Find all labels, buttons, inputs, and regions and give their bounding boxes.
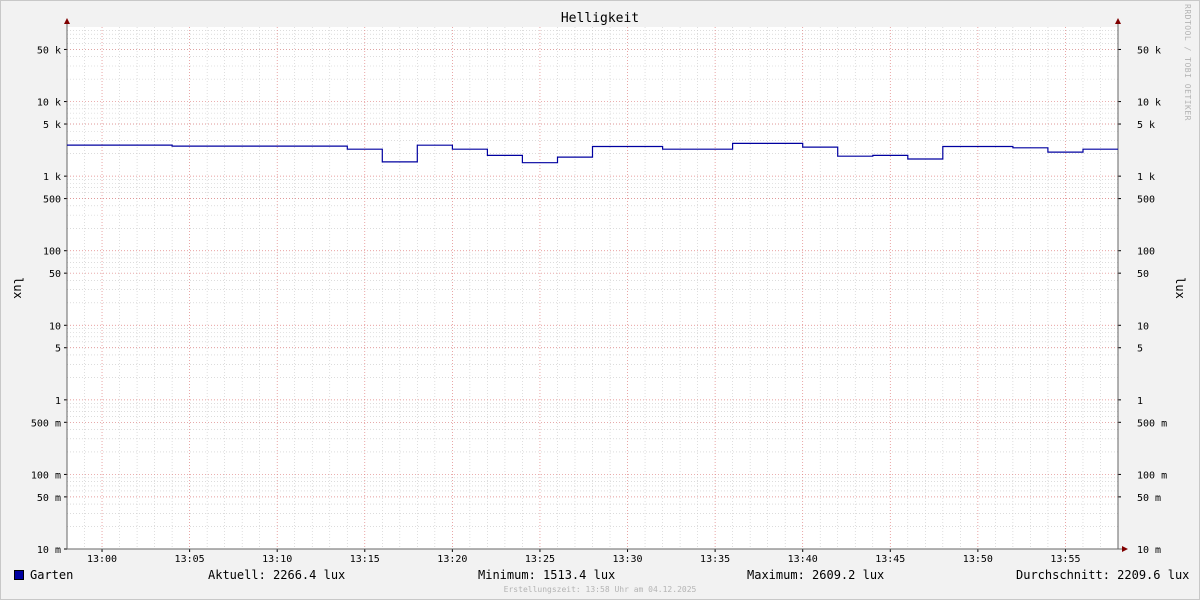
- x-tick-label: 13:55: [1050, 554, 1080, 565]
- y-axis-label-right: lux: [1173, 277, 1187, 299]
- y-tick-label-left: 5 k: [43, 120, 61, 131]
- chart-plot: 50 k 50 k 10 k 10 k 5 k 5 k 1 k 1 k 500 500 100 100…: [11, 18, 1187, 565]
- y-tick-label-left: 10: [49, 321, 61, 332]
- y-axis-arrow-left: [64, 18, 70, 24]
- y-tick-label-left: 10 m: [37, 545, 61, 556]
- y-tick-label-right: 100: [1137, 247, 1155, 258]
- x-tick-label: 13:00: [87, 554, 117, 565]
- y-tick-label-left: 1 k: [43, 172, 61, 183]
- x-tick-label: 13:35: [700, 554, 730, 565]
- x-tick-label: 13:05: [175, 554, 205, 565]
- legend-minimum: Minimum: 1513.4 lux: [478, 568, 616, 582]
- y-axis-label-left: lux: [11, 277, 25, 299]
- legend-series-name: Garten: [30, 568, 74, 582]
- x-tick-label: 13:50: [963, 554, 993, 565]
- footer-timestamp: Erstellungszeit: 13:58 Uhr am 04.12.2025: [503, 585, 697, 594]
- x-tick-label: 13:10: [262, 554, 292, 565]
- legend-maximum: Maximum: 2609.2 lux: [747, 568, 885, 582]
- y-tick-label-right: 5 k: [1137, 120, 1155, 131]
- y-tick-label-left: 500 m: [31, 418, 61, 429]
- y-tick-label-left: 50 k: [37, 45, 61, 56]
- y-tick-label-left: 5: [55, 344, 61, 355]
- y-tick-label-left: 50 m: [37, 493, 61, 504]
- y-tick-label-right: 50: [1137, 269, 1149, 280]
- x-tick-label: 13:45: [875, 554, 905, 565]
- x-tick-label: 13:40: [788, 554, 818, 565]
- y-tick-label-right: 5: [1137, 344, 1143, 355]
- y-axis-arrow-right: [1115, 18, 1121, 24]
- x-tick-labels: 13:00 13:05 13:10 13:15 13:20 13:25 13:30 13:35…: [87, 554, 1081, 565]
- y-tick-label-left: 10 k: [37, 98, 61, 109]
- y-tick-label-right: 50 m: [1137, 493, 1161, 504]
- y-tick-label-right: 500 m: [1137, 418, 1167, 429]
- y-tick-label-right: 50 k: [1137, 45, 1161, 56]
- legend-average: Durchschnitt: 2209.6 lux: [1016, 568, 1190, 582]
- y-tick-label-right: 1 k: [1137, 172, 1155, 183]
- x-tick-label: 13:30: [612, 554, 642, 565]
- y-tick-label-left: 50: [49, 269, 61, 280]
- y-tick-label-right: 10 m: [1137, 545, 1161, 556]
- y-tick-label-right: 10: [1137, 321, 1149, 332]
- legend-current: Aktuell: 2266.4 lux: [208, 568, 346, 582]
- x-axis-arrow: [1122, 546, 1128, 552]
- x-tick-label: 13:15: [350, 554, 380, 565]
- x-tick-label: 13:20: [437, 554, 467, 565]
- y-tick-label-right: 500: [1137, 195, 1155, 206]
- y-tick-label-right: 1: [1137, 396, 1143, 407]
- y-tick-label-left: 500: [43, 195, 61, 206]
- y-tick-label-right: 100 m: [1137, 470, 1167, 481]
- x-tick-label: 13:25: [525, 554, 555, 565]
- legend-swatch-garten: [14, 570, 24, 580]
- y-tick-label-right: 10 k: [1137, 98, 1161, 109]
- y-tick-label-left: 100: [43, 247, 61, 258]
- y-tick-label-left: 100 m: [31, 470, 61, 481]
- y-tick-label-left: 1: [55, 396, 61, 407]
